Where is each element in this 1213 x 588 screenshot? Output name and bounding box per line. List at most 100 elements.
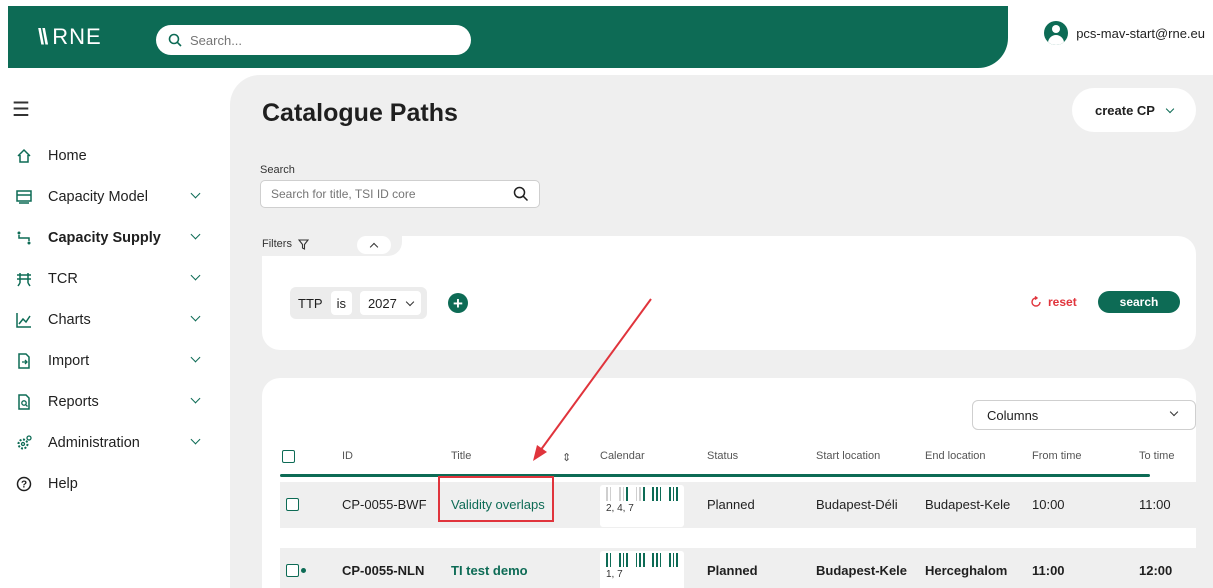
column-header-to-time[interactable]: To time [1139,450,1174,462]
row-status: Planned [707,563,758,578]
rne-logo[interactable]: \\ RNE [38,26,102,48]
columns-select[interactable]: Columns [972,400,1196,430]
sidebar-item-label: Charts [48,311,91,328]
create-cp-label: create CP [1095,102,1155,118]
logo-text: RNE [52,24,102,49]
chevron-down-icon [405,297,415,306]
sidebar-item-capacity-model[interactable]: Capacity Model [0,176,230,217]
column-header-start-location[interactable]: Start location [816,450,880,462]
row-id: CP-0055-BWF [342,497,427,512]
unread-dot [301,568,306,573]
filter-operator-select[interactable]: is [330,291,352,315]
reset-button[interactable]: reset [1030,295,1077,309]
sidebar-item-home[interactable]: Home [0,135,230,176]
gear-icon [14,433,34,453]
global-search-input[interactable] [190,32,440,48]
row-id: CP-0055-NLN [342,563,425,578]
sort-icon[interactable]: ⇕ [562,451,571,464]
chevron-down-icon[interactable] [190,229,201,240]
chevron-down-icon[interactable] [190,393,201,404]
chevron-down-icon[interactable] [190,270,201,281]
annotation-highlight-box [438,476,554,522]
sidebar-item-label: Capacity Model [48,188,148,205]
chevron-down-icon[interactable] [190,311,201,322]
chevron-down-icon[interactable] [190,188,201,199]
row-checkbox[interactable] [286,564,299,580]
filter-value-select[interactable]: 2027 [359,291,421,315]
checkbox-icon [286,564,299,577]
filters-collapse-toggle[interactable] [357,236,391,254]
header-underline [280,474,1150,477]
sidebar-item-reports[interactable]: Reports [0,381,230,422]
chevron-down-icon[interactable] [190,352,201,363]
column-header-status[interactable]: Status [707,450,738,462]
sidebar-item-charts[interactable]: Charts [0,299,230,340]
calendar-days: 2, 4, 7 [606,503,634,514]
calendar-cell[interactable]: 1, 7 [600,551,684,588]
reset-label: reset [1048,295,1077,309]
row-to-time: 12:00 [1139,563,1173,578]
sidebar-item-import[interactable]: Import [0,340,230,381]
filter-panel: TTP is 2027 + reset search [262,236,1196,350]
user-email: pcs-mav-start@rne.eu [1076,25,1205,41]
filters-tab[interactable]: Filters [262,238,309,250]
search-button[interactable]: search [1098,291,1180,313]
search-label: Search [260,164,295,176]
results-table-panel: Columns ID Title ⇕ Calendar Status Start… [262,378,1196,588]
filter-field: TTP [298,295,323,311]
capacity-model-icon [14,187,34,207]
row-status: Planned [707,497,755,512]
calendar-days: 1, 7 [606,569,623,580]
select-all-checkbox[interactable] [282,450,295,466]
add-filter-button[interactable]: + [448,293,468,313]
checkbox-icon [282,450,295,463]
row-end-location: Herceghalom [925,563,1008,578]
home-icon [14,146,34,166]
chart-icon [14,310,34,330]
calendar-bars [606,487,679,501]
column-header-calendar[interactable]: Calendar [600,450,645,462]
chevron-down-icon[interactable] [190,434,201,445]
global-search[interactable] [156,25,471,55]
svg-text:?: ? [21,479,27,490]
calendar-cell[interactable]: 2, 4, 7 [600,485,684,527]
catalogue-search[interactable] [260,180,540,208]
table-header: ID Title ⇕ Calendar Status Start locatio… [262,444,1196,474]
row-checkbox[interactable] [286,498,299,514]
sidebar-item-tcr[interactable]: TCR [0,258,230,299]
tcr-icon [14,269,34,289]
columns-label: Columns [987,407,1039,423]
create-cp-button[interactable]: create CP [1072,88,1196,132]
row-from-time: 10:00 [1032,497,1065,512]
column-header-end-location[interactable]: End location [925,450,986,462]
search-icon [168,33,182,47]
top-bar: \\ RNE [8,6,1008,68]
calendar-bars [606,553,679,567]
search-icon[interactable] [513,186,529,202]
filter-value: 2027 [367,295,397,311]
sidebar-item-label: Administration [48,434,140,451]
sidebar-item-label: TCR [48,270,78,287]
table-row[interactable]: CP-0055-BWF Validity overlaps 2, 4, 7 Pl… [280,482,1196,528]
reset-icon [1031,296,1041,307]
filter-icon [297,238,309,250]
sidebar-item-help[interactable]: ? Help [0,463,230,504]
sidebar-item-capacity-supply[interactable]: Capacity Supply [0,217,230,258]
filter-operator: is [336,295,346,311]
menu-icon[interactable]: ☰ [12,97,30,122]
filter-chip-ttp[interactable]: TTP is 2027 [290,287,427,319]
catalogue-search-input[interactable] [271,187,511,201]
logo-mark: \\ [38,24,48,49]
checkbox-icon [286,498,299,511]
row-title-link[interactable]: TI test demo [451,563,528,578]
column-header-from-time[interactable]: From time [1032,450,1082,462]
user-menu[interactable]: pcs-mav-start@rne.eu [1044,21,1205,45]
sidebar-item-administration[interactable]: Administration [0,422,230,463]
row-from-time: 11:00 [1032,563,1065,578]
sidebar-item-label: Home [48,147,87,164]
column-header-title[interactable]: Title [451,450,471,462]
column-header-id[interactable]: ID [342,450,353,462]
chevron-up-icon [369,242,379,251]
table-row[interactable]: CP-0055-NLN TI test demo 1, 7 Planned Bu… [280,548,1196,588]
main-content: Catalogue Paths create CP Search TTP is … [230,75,1213,588]
